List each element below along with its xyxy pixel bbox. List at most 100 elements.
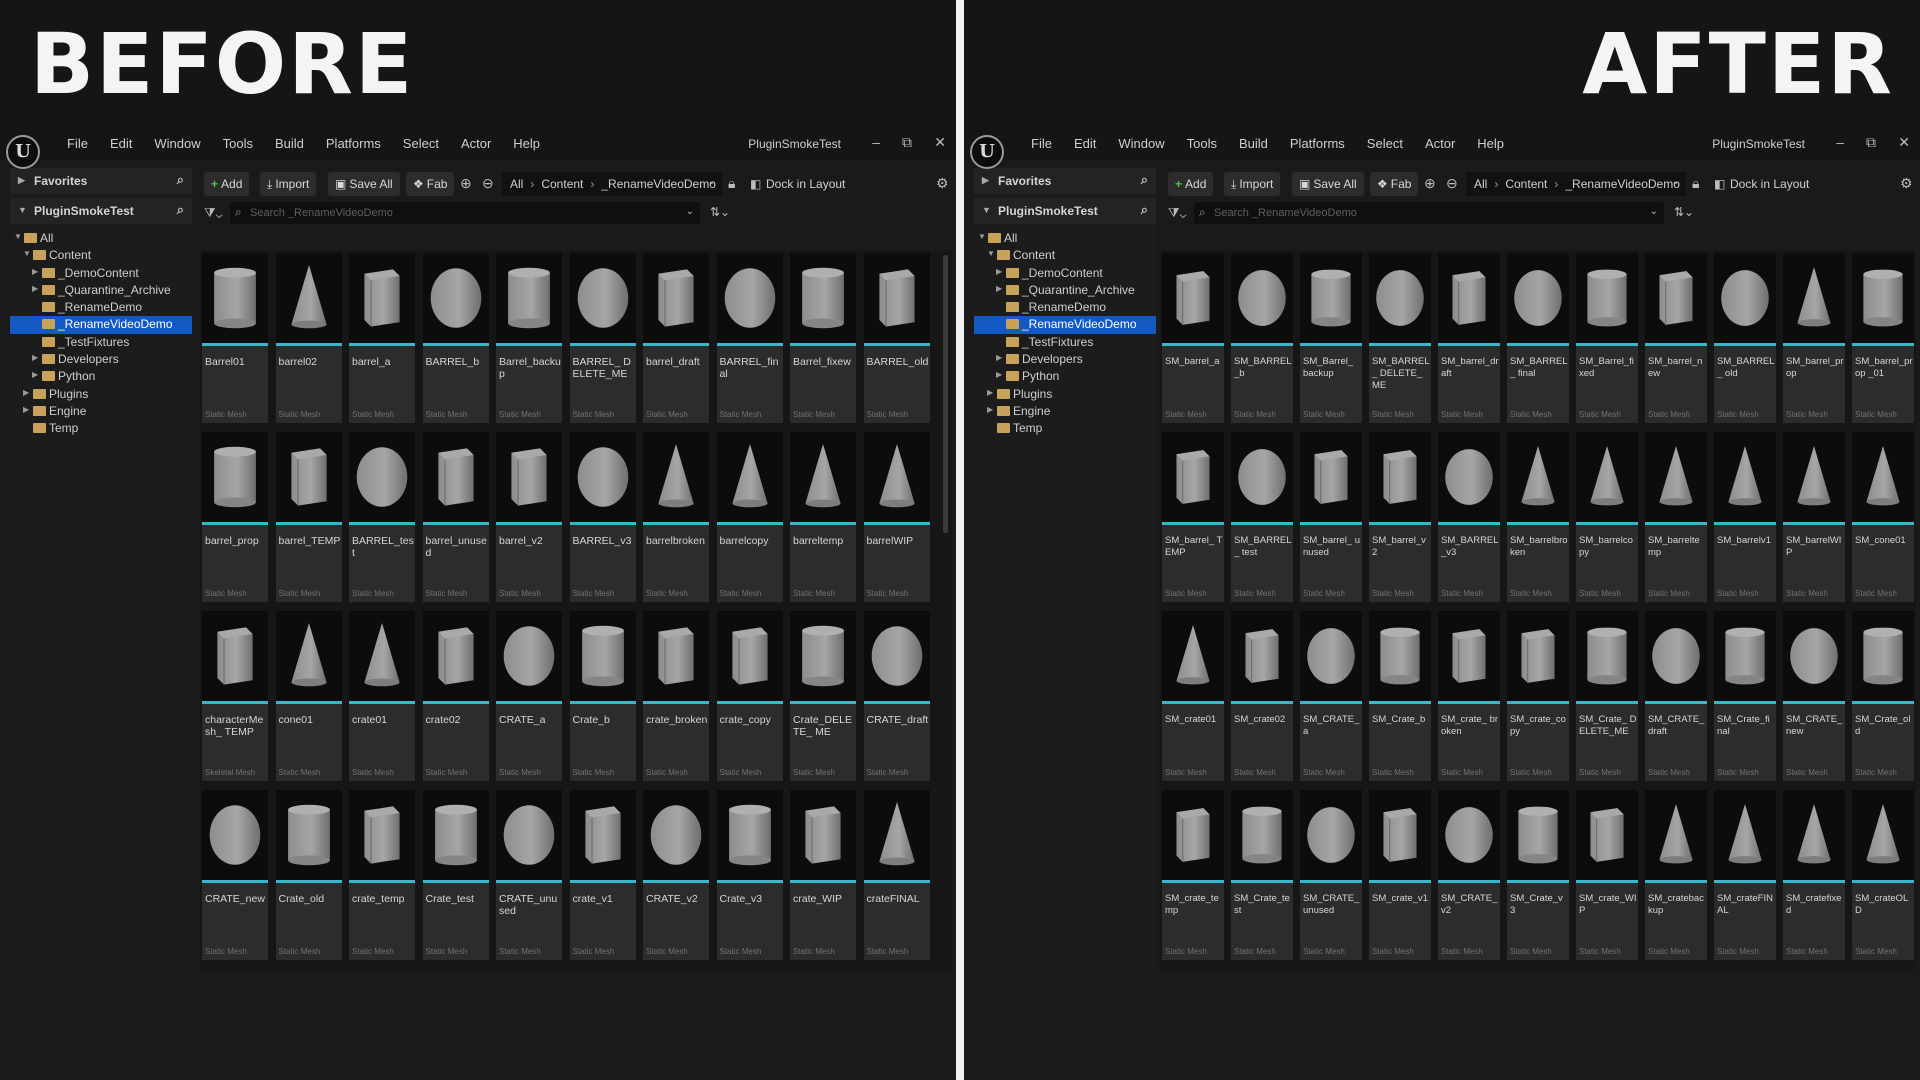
asset-tile[interactable]: SM_Crate_test Static Mesh bbox=[1231, 790, 1293, 960]
asset-tile[interactable]: SM_CRATE_ unused Static Mesh bbox=[1300, 790, 1362, 960]
vertical-scrollbar[interactable] bbox=[943, 255, 948, 533]
history-forward-icon[interactable]: ⊖ bbox=[482, 175, 494, 192]
chevron-right-icon[interactable]: ▶ bbox=[32, 284, 38, 293]
asset-tile[interactable]: SM_crate_v1 Static Mesh bbox=[1369, 790, 1431, 960]
chevron-down-icon[interactable]: ▼ bbox=[978, 232, 986, 241]
unreal-logo-icon[interactable]: U bbox=[6, 135, 40, 169]
folder-item-developers[interactable]: ▶ Developers bbox=[10, 351, 192, 368]
folder-item-all[interactable]: ▼ All bbox=[10, 230, 192, 247]
asset-tile[interactable]: Crate_b Static Mesh bbox=[569, 611, 636, 781]
asset-tile[interactable]: SM_crate_WIP Static Mesh bbox=[1576, 790, 1638, 960]
asset-tile[interactable]: SM_crate01 Static Mesh bbox=[1162, 611, 1224, 781]
menu-select[interactable]: Select bbox=[1356, 136, 1414, 151]
menu-file[interactable]: File bbox=[56, 136, 99, 151]
sort-icon[interactable]: ⇅⌄ bbox=[1674, 205, 1694, 219]
asset-tile[interactable]: SM_barrel_prop Static Mesh bbox=[1783, 253, 1845, 423]
asset-tile[interactable]: crate_copy Static Mesh bbox=[716, 611, 783, 781]
asset-tile[interactable]: SM_BARREL_ final Static Mesh bbox=[1507, 253, 1569, 423]
search-input[interactable]: ⌕ Search _RenameVideoDemo ⌄ bbox=[230, 202, 700, 224]
search-icon[interactable]: ⌕ bbox=[1141, 202, 1148, 218]
folder-item-testfixtures[interactable]: _TestFixtures bbox=[10, 334, 192, 351]
asset-tile[interactable]: SM_BARREL_ DELETE_ME Static Mesh bbox=[1369, 253, 1431, 423]
chevron-right-icon[interactable]: ▶ bbox=[996, 353, 1002, 362]
folder-item-temp[interactable]: Temp bbox=[10, 420, 192, 437]
folder-item-renamedemo[interactable]: _RenameDemo bbox=[10, 299, 192, 316]
asset-tile[interactable]: SM_CRATE_new Static Mesh bbox=[1783, 611, 1845, 781]
import-button[interactable]: ⤓ Import bbox=[260, 172, 317, 196]
asset-tile[interactable]: BARREL_v3 Static Mesh bbox=[569, 432, 636, 602]
add-button[interactable]: + Add bbox=[1168, 172, 1214, 196]
chevron-right-icon[interactable]: ▶ bbox=[32, 353, 38, 362]
folder-item-democontent[interactable]: ▶ _DemoContent bbox=[10, 265, 192, 282]
restore-icon[interactable]: ⧉ bbox=[902, 134, 912, 151]
chevron-right-icon[interactable]: ▶ bbox=[996, 284, 1002, 293]
menu-actor[interactable]: Actor bbox=[1414, 136, 1466, 151]
unreal-logo-icon[interactable]: U bbox=[970, 135, 1004, 169]
asset-tile[interactable]: SM_crate02 Static Mesh bbox=[1231, 611, 1293, 781]
asset-tile[interactable]: barrel_a Static Mesh bbox=[349, 253, 415, 423]
asset-tile[interactable]: barrel_TEMP Static Mesh bbox=[275, 432, 342, 602]
gear-icon[interactable]: ⚙ bbox=[936, 175, 949, 192]
asset-tile[interactable]: SM_Crate_final Static Mesh bbox=[1714, 611, 1776, 781]
sort-icon[interactable]: ⇅⌄ bbox=[710, 205, 730, 219]
minimize-icon[interactable]: – bbox=[872, 134, 880, 150]
asset-tile[interactable]: SM_cratefixed Static Mesh bbox=[1783, 790, 1845, 960]
folder-item-engine[interactable]: ▶ Engine bbox=[974, 403, 1156, 420]
close-icon[interactable]: ✕ bbox=[934, 134, 946, 151]
chevron-right-icon[interactable]: ▶ bbox=[32, 267, 38, 276]
folder-item-plugins[interactable]: ▶ Plugins bbox=[974, 386, 1156, 403]
save-all-button[interactable]: ▣ Save All bbox=[1292, 172, 1364, 196]
asset-tile[interactable]: barrelbroken Static Mesh bbox=[643, 432, 709, 602]
breadcrumb-item[interactable]: All bbox=[510, 177, 523, 191]
asset-tile[interactable]: crate02 Static Mesh bbox=[422, 611, 489, 781]
asset-tile[interactable]: barrel_v2 Static Mesh bbox=[496, 432, 562, 602]
folder-item-quarantine_archive[interactable]: ▶ _Quarantine_Archive bbox=[10, 282, 192, 299]
asset-tile[interactable]: SM_crateOLD Static Mesh bbox=[1852, 790, 1914, 960]
favorites-header[interactable]: ▶ Favorites ⌕ bbox=[10, 168, 192, 194]
chevron-down-icon[interactable]: ⌄ bbox=[1650, 206, 1658, 217]
asset-tile[interactable]: barrel_prop Static Mesh bbox=[202, 432, 268, 602]
asset-tile[interactable]: crate_temp Static Mesh bbox=[349, 790, 415, 960]
chevron-right-icon[interactable]: ▶ bbox=[987, 388, 993, 397]
breadcrumb-item[interactable]: _RenameVideoDemo bbox=[1565, 177, 1680, 191]
menu-edit[interactable]: Edit bbox=[1063, 136, 1107, 151]
close-icon[interactable]: ✕ bbox=[1898, 134, 1910, 151]
chevron-right-icon[interactable]: ▶ bbox=[996, 267, 1002, 276]
menu-actor[interactable]: Actor bbox=[450, 136, 502, 151]
breadcrumb[interactable]: All › Content › _RenameVideoDemo ⌄ bbox=[502, 172, 722, 196]
dock-icon[interactable]: ◧ bbox=[1714, 177, 1725, 191]
asset-tile[interactable]: BARREL_ DELETE_ME Static Mesh bbox=[569, 253, 636, 423]
asset-tile[interactable]: CRATE_draft Static Mesh bbox=[863, 611, 930, 781]
asset-tile[interactable]: barrel_unused Static Mesh bbox=[422, 432, 489, 602]
history-back-icon[interactable]: ⊕ bbox=[1424, 175, 1436, 192]
filter-icon[interactable]: ⧩⌄ bbox=[1168, 205, 1187, 221]
asset-tile[interactable]: crate01 Static Mesh bbox=[349, 611, 415, 781]
menu-window[interactable]: Window bbox=[143, 136, 211, 151]
asset-tile[interactable]: crate_WIP Static Mesh bbox=[790, 790, 856, 960]
history-back-icon[interactable]: ⊕ bbox=[460, 175, 472, 192]
import-button[interactable]: ⤓ Import bbox=[1224, 172, 1281, 196]
restore-icon[interactable]: ⧉ bbox=[1866, 134, 1876, 151]
project-header[interactable]: ▼ PluginSmokeTest ⌕ bbox=[10, 198, 192, 224]
filter-icon[interactable]: ⧩⌄ bbox=[204, 205, 223, 221]
search-icon[interactable]: ⌕ bbox=[177, 202, 184, 218]
asset-tile[interactable]: SM_Crate_old Static Mesh bbox=[1852, 611, 1914, 781]
asset-tile[interactable]: Barrel_backup Static Mesh bbox=[496, 253, 562, 423]
chevron-right-icon[interactable]: ▶ bbox=[32, 370, 38, 379]
asset-tile[interactable]: barreltemp Static Mesh bbox=[790, 432, 856, 602]
asset-tile[interactable]: barrel_draft Static Mesh bbox=[643, 253, 709, 423]
asset-tile[interactable]: SM_barrelbroken Static Mesh bbox=[1507, 432, 1569, 602]
asset-tile[interactable]: barrelWIP Static Mesh bbox=[863, 432, 930, 602]
asset-tile[interactable]: cone01 Static Mesh bbox=[275, 611, 342, 781]
asset-tile[interactable]: SM_crate_copy Static Mesh bbox=[1507, 611, 1569, 781]
folder-item-python[interactable]: ▶ Python bbox=[10, 368, 192, 385]
menu-build[interactable]: Build bbox=[1228, 136, 1279, 151]
add-button[interactable]: + Add bbox=[204, 172, 250, 196]
asset-tile[interactable]: SM_barrel_new Static Mesh bbox=[1645, 253, 1707, 423]
chevron-right-icon[interactable]: ▶ bbox=[23, 388, 29, 397]
lock-icon[interactable]: 🔒︎ bbox=[728, 175, 735, 192]
breadcrumb-item[interactable]: _RenameVideoDemo bbox=[601, 177, 716, 191]
asset-tile[interactable]: SM_Crate_ DELETE_ME Static Mesh bbox=[1576, 611, 1638, 781]
asset-tile[interactable]: Crate_DELETE_ ME Static Mesh bbox=[790, 611, 856, 781]
asset-tile[interactable]: SM_Crate_b Static Mesh bbox=[1369, 611, 1431, 781]
